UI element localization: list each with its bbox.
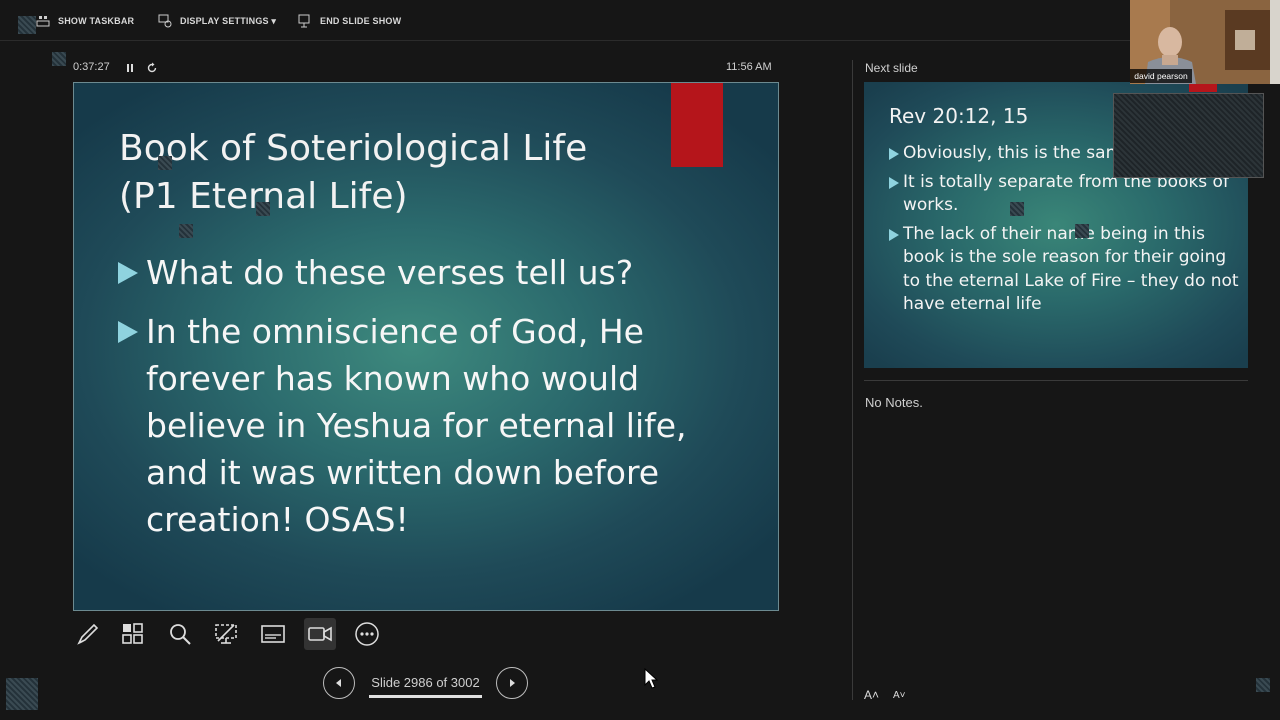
end-show-icon: [298, 14, 310, 28]
next-slide-button[interactable]: [496, 667, 528, 699]
slide-bullet-text: What do these verses tell us?: [146, 253, 634, 292]
slide-bullet-text: In the omniscience of God, He forever ha…: [146, 312, 687, 539]
slide-title-line2: (P1 Eternal Life): [119, 176, 408, 217]
slide-progress-bar: [369, 695, 482, 698]
more-options-icon: [355, 622, 379, 646]
slide-bullet-list: What do these verses tell us? In the omn…: [118, 249, 738, 555]
end-slide-show-button[interactable]: END SLIDE SHOW: [298, 12, 401, 30]
next-slide-label: Next slide: [865, 61, 918, 75]
slide-title: Book of Soteriological Life (P1 Eternal …: [119, 125, 679, 221]
elapsed-timer: 0:37:27: [73, 61, 110, 73]
artifact-square: [18, 16, 36, 34]
speaker-notes: No Notes.: [865, 395, 923, 410]
black-screen-icon: [215, 624, 237, 644]
presenter-toolbar: SHOW TASKBAR DISPLAY SETTINGS ▾ END SLID…: [0, 0, 1280, 41]
bullet-arrow-icon: [118, 321, 138, 343]
slide-title-line1: Book of Soteriological Life: [119, 128, 588, 169]
next-slide-bullet-text: The lack of their name being in this boo…: [903, 223, 1239, 315]
webcam-overlay-artifact: [1113, 93, 1264, 178]
bullet-arrow-icon: [889, 176, 899, 189]
current-slide[interactable]: Book of Soteriological Life (P1 Eternal …: [73, 82, 779, 611]
restart-icon: [147, 62, 157, 73]
artifact-square: [158, 156, 172, 170]
bullet-arrow-icon: [889, 228, 899, 241]
next-icon: [510, 679, 515, 687]
bullet-arrow-icon: [889, 148, 899, 160]
notes-divider: [864, 380, 1248, 381]
zoom-button[interactable]: [164, 618, 196, 650]
pause-timer-button[interactable]: [124, 61, 136, 73]
artifact-square: [6, 678, 38, 710]
restart-timer-button[interactable]: [146, 61, 158, 73]
display-settings-button[interactable]: DISPLAY SETTINGS ▾: [158, 12, 276, 30]
pause-icon: [127, 64, 133, 72]
show-taskbar-label: SHOW TASKBAR: [58, 16, 135, 26]
decrease-font-button[interactable]: A˅: [893, 690, 906, 701]
clock: 11:56 AM: [726, 61, 772, 73]
slide-counter[interactable]: Slide 2986 of 3002: [369, 675, 482, 690]
next-slide-title: Rev 20:12, 15: [889, 104, 1029, 128]
see-all-slides-button[interactable]: [117, 618, 149, 650]
artifact-square: [256, 202, 270, 216]
artifact-square: [1010, 202, 1024, 216]
slide-bullet: What do these verses tell us?: [118, 249, 738, 296]
artifact-square: [1075, 224, 1089, 238]
pen-tool-button[interactable]: [72, 618, 104, 650]
webcam-name-label: david pearson: [1130, 69, 1192, 83]
display-settings-icon: [158, 14, 172, 28]
artifact-square: [52, 52, 66, 66]
pen-icon: [77, 623, 99, 645]
bullet-arrow-icon: [118, 262, 138, 284]
next-slide-bullet-text: It is totally separate from the books of…: [903, 171, 1229, 216]
panel-divider: [852, 60, 853, 700]
camera-icon: [308, 626, 332, 642]
previous-icon: [336, 679, 341, 687]
artifact-square: [179, 224, 193, 238]
see-all-slides-icon: [122, 623, 143, 644]
zoom-icon: [170, 624, 191, 645]
black-screen-button[interactable]: [210, 618, 242, 650]
cursor-arrow-icon: [644, 667, 659, 689]
more-options-button[interactable]: [351, 618, 383, 650]
subtitles-button[interactable]: [257, 618, 289, 650]
show-taskbar-icon: [36, 16, 50, 27]
previous-slide-button[interactable]: [323, 667, 355, 699]
show-taskbar-button[interactable]: SHOW TASKBAR: [36, 12, 134, 30]
webcam-video: david pearson: [1130, 0, 1280, 84]
end-slide-show-label: END SLIDE SHOW: [320, 16, 402, 26]
display-settings-label: DISPLAY SETTINGS ▾: [180, 15, 277, 26]
camera-toggle-button[interactable]: [304, 618, 336, 650]
slide-bullet: In the omniscience of God, He forever ha…: [118, 308, 738, 543]
mouse-cursor: [644, 667, 660, 690]
next-slide-bullet: The lack of their name being in this boo…: [889, 223, 1244, 317]
subtitles-icon: [261, 625, 285, 643]
increase-font-button[interactable]: A˄: [864, 688, 879, 702]
artifact-square: [1256, 678, 1270, 692]
